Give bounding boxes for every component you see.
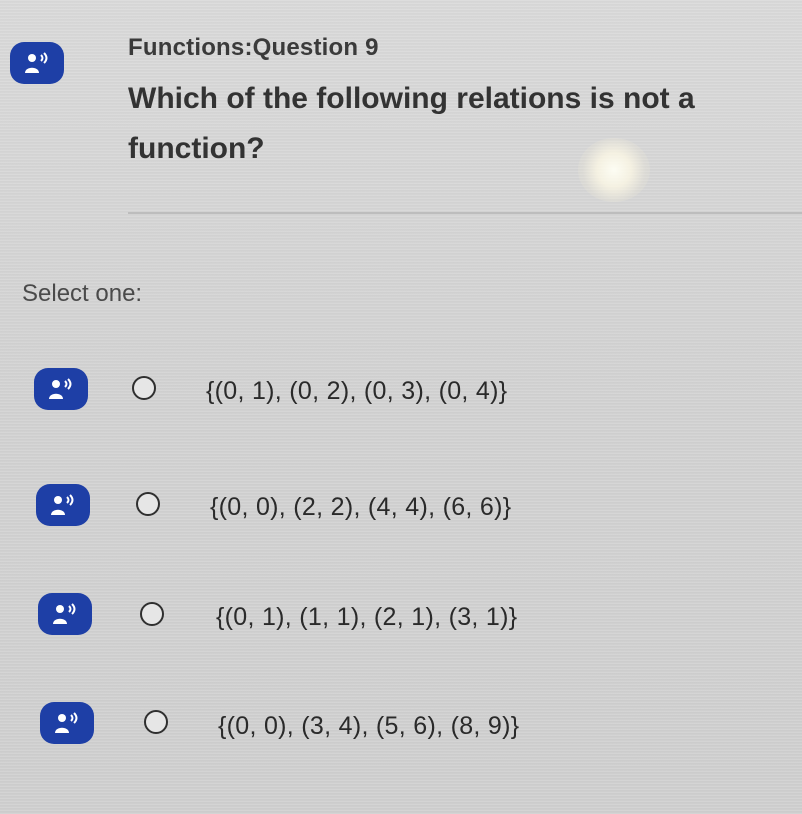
option-3-radio[interactable] — [140, 602, 164, 626]
option-2-text[interactable]: {(0, 0), (2, 2), (4, 4), (6, 6)} — [210, 493, 511, 522]
question-text: Which of the following relations is not … — [128, 82, 695, 165]
speaker-person-icon — [51, 494, 74, 515]
divider — [128, 212, 802, 214]
option-2-radio[interactable] — [136, 492, 160, 516]
option-4-audio-button[interactable] — [40, 702, 94, 744]
option-1-text[interactable]: {(0, 1), (0, 2), (0, 3), (0, 4)} — [206, 377, 507, 406]
option-3-audio-button[interactable] — [38, 593, 92, 635]
quiz-screen: Functions:Question 9 Which of the follow… — [0, 0, 802, 814]
option-2-audio-button[interactable] — [36, 484, 90, 526]
question-audio-button[interactable] — [10, 42, 64, 84]
option-4-text[interactable]: {(0, 0), (3, 4), (5, 6), (8, 9)} — [218, 712, 519, 741]
option-1-radio[interactable] — [132, 376, 156, 400]
option-4-radio[interactable] — [144, 710, 168, 734]
option-3-text[interactable]: {(0, 1), (1, 1), (2, 1), (3, 1)} — [216, 603, 517, 632]
speaker-person-icon — [49, 378, 72, 399]
speaker-person-icon — [55, 712, 78, 733]
speaker-person-icon — [25, 52, 48, 73]
speaker-person-icon — [53, 603, 76, 624]
question-title: Functions:Question 9 — [128, 34, 379, 61]
select-one-label: Select one: — [22, 280, 143, 307]
option-1-audio-button[interactable] — [34, 368, 88, 410]
